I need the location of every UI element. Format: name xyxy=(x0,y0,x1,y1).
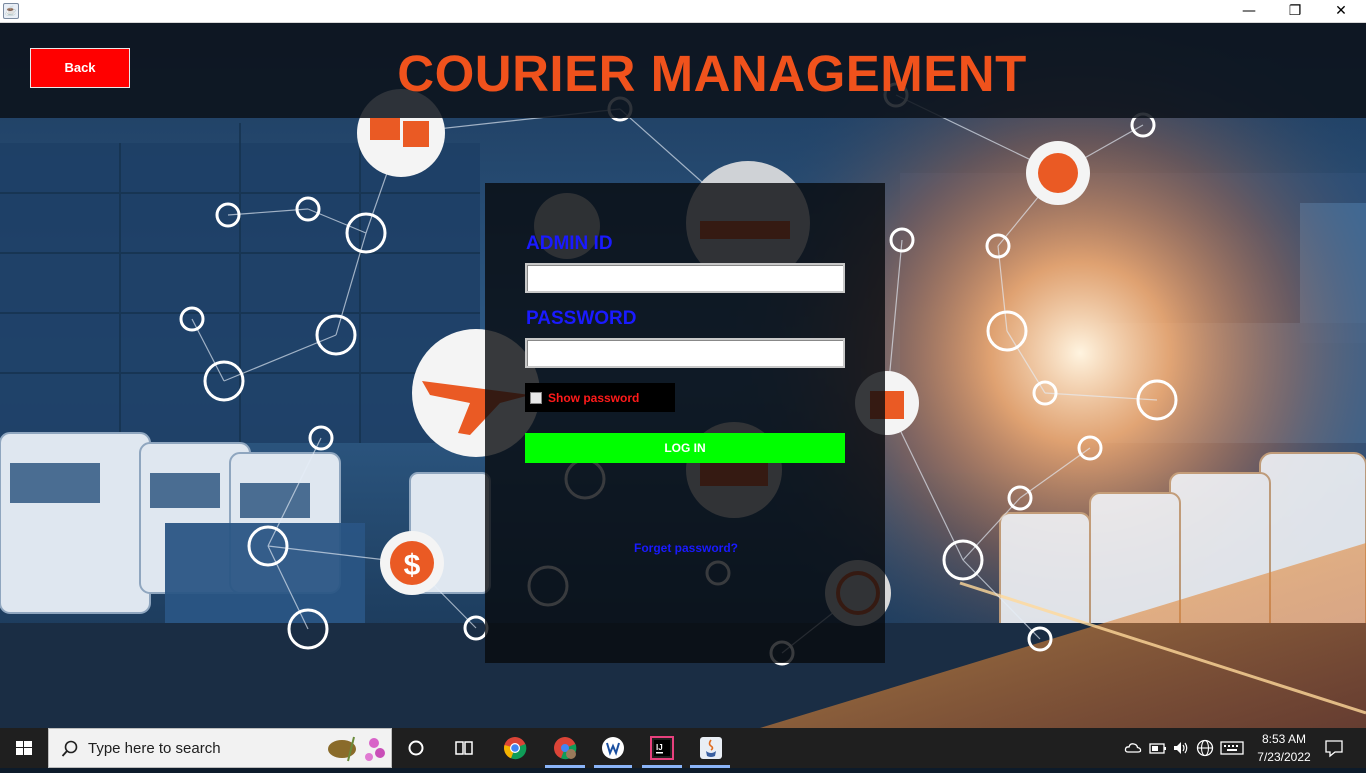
svg-text:IJ: IJ xyxy=(656,743,663,752)
intellij-icon[interactable]: IJ xyxy=(650,736,674,760)
java-app-icon: ☕ xyxy=(3,3,19,19)
forgot-password-link[interactable]: Forget password? xyxy=(634,541,738,555)
password-input[interactable] xyxy=(525,338,845,368)
java-icon[interactable] xyxy=(699,736,723,760)
svg-text:$: $ xyxy=(404,549,421,582)
onedrive-icon[interactable] xyxy=(1124,739,1142,757)
battery-icon[interactable] xyxy=(1148,739,1168,757)
restore-button[interactable]: ❐ xyxy=(1272,0,1318,22)
close-button[interactable]: ✕ xyxy=(1318,0,1364,22)
search-placeholder: Type here to search xyxy=(88,740,221,757)
start-button[interactable] xyxy=(0,728,48,768)
editor-app-icon[interactable] xyxy=(601,736,625,760)
clock-time[interactable]: 8:53 AM xyxy=(1252,732,1316,746)
window-titlebar: ☕ — ❐ ✕ xyxy=(0,0,1366,23)
password-label: PASSWORD xyxy=(526,308,637,329)
admin-id-input[interactable] xyxy=(525,263,845,293)
volume-icon[interactable] xyxy=(1172,739,1190,757)
task-view-icon[interactable] xyxy=(452,736,476,760)
chrome-profile-icon[interactable] xyxy=(553,736,577,760)
network-globe-icon[interactable] xyxy=(1196,739,1214,757)
back-button[interactable]: Back xyxy=(30,48,130,88)
login-panel xyxy=(485,183,885,663)
page-title: COURIER MANAGEMENT xyxy=(397,45,1027,102)
cortana-icon[interactable] xyxy=(404,736,428,760)
chrome-icon[interactable] xyxy=(503,736,527,760)
admin-id-label: ADMIN ID xyxy=(526,233,613,254)
search-icon xyxy=(61,740,78,757)
notifications-icon[interactable] xyxy=(1324,738,1344,758)
show-password-label: Show password xyxy=(548,391,640,405)
search-highlight-flowers-icon xyxy=(328,736,385,762)
windows-logo-icon xyxy=(16,741,32,755)
minimize-button[interactable]: — xyxy=(1226,0,1272,22)
login-button[interactable]: LOG IN xyxy=(525,433,845,463)
clock-date[interactable]: 7/23/2022 xyxy=(1249,750,1319,764)
show-password-checkbox[interactable] xyxy=(530,392,542,404)
keyboard-icon[interactable] xyxy=(1220,739,1244,757)
